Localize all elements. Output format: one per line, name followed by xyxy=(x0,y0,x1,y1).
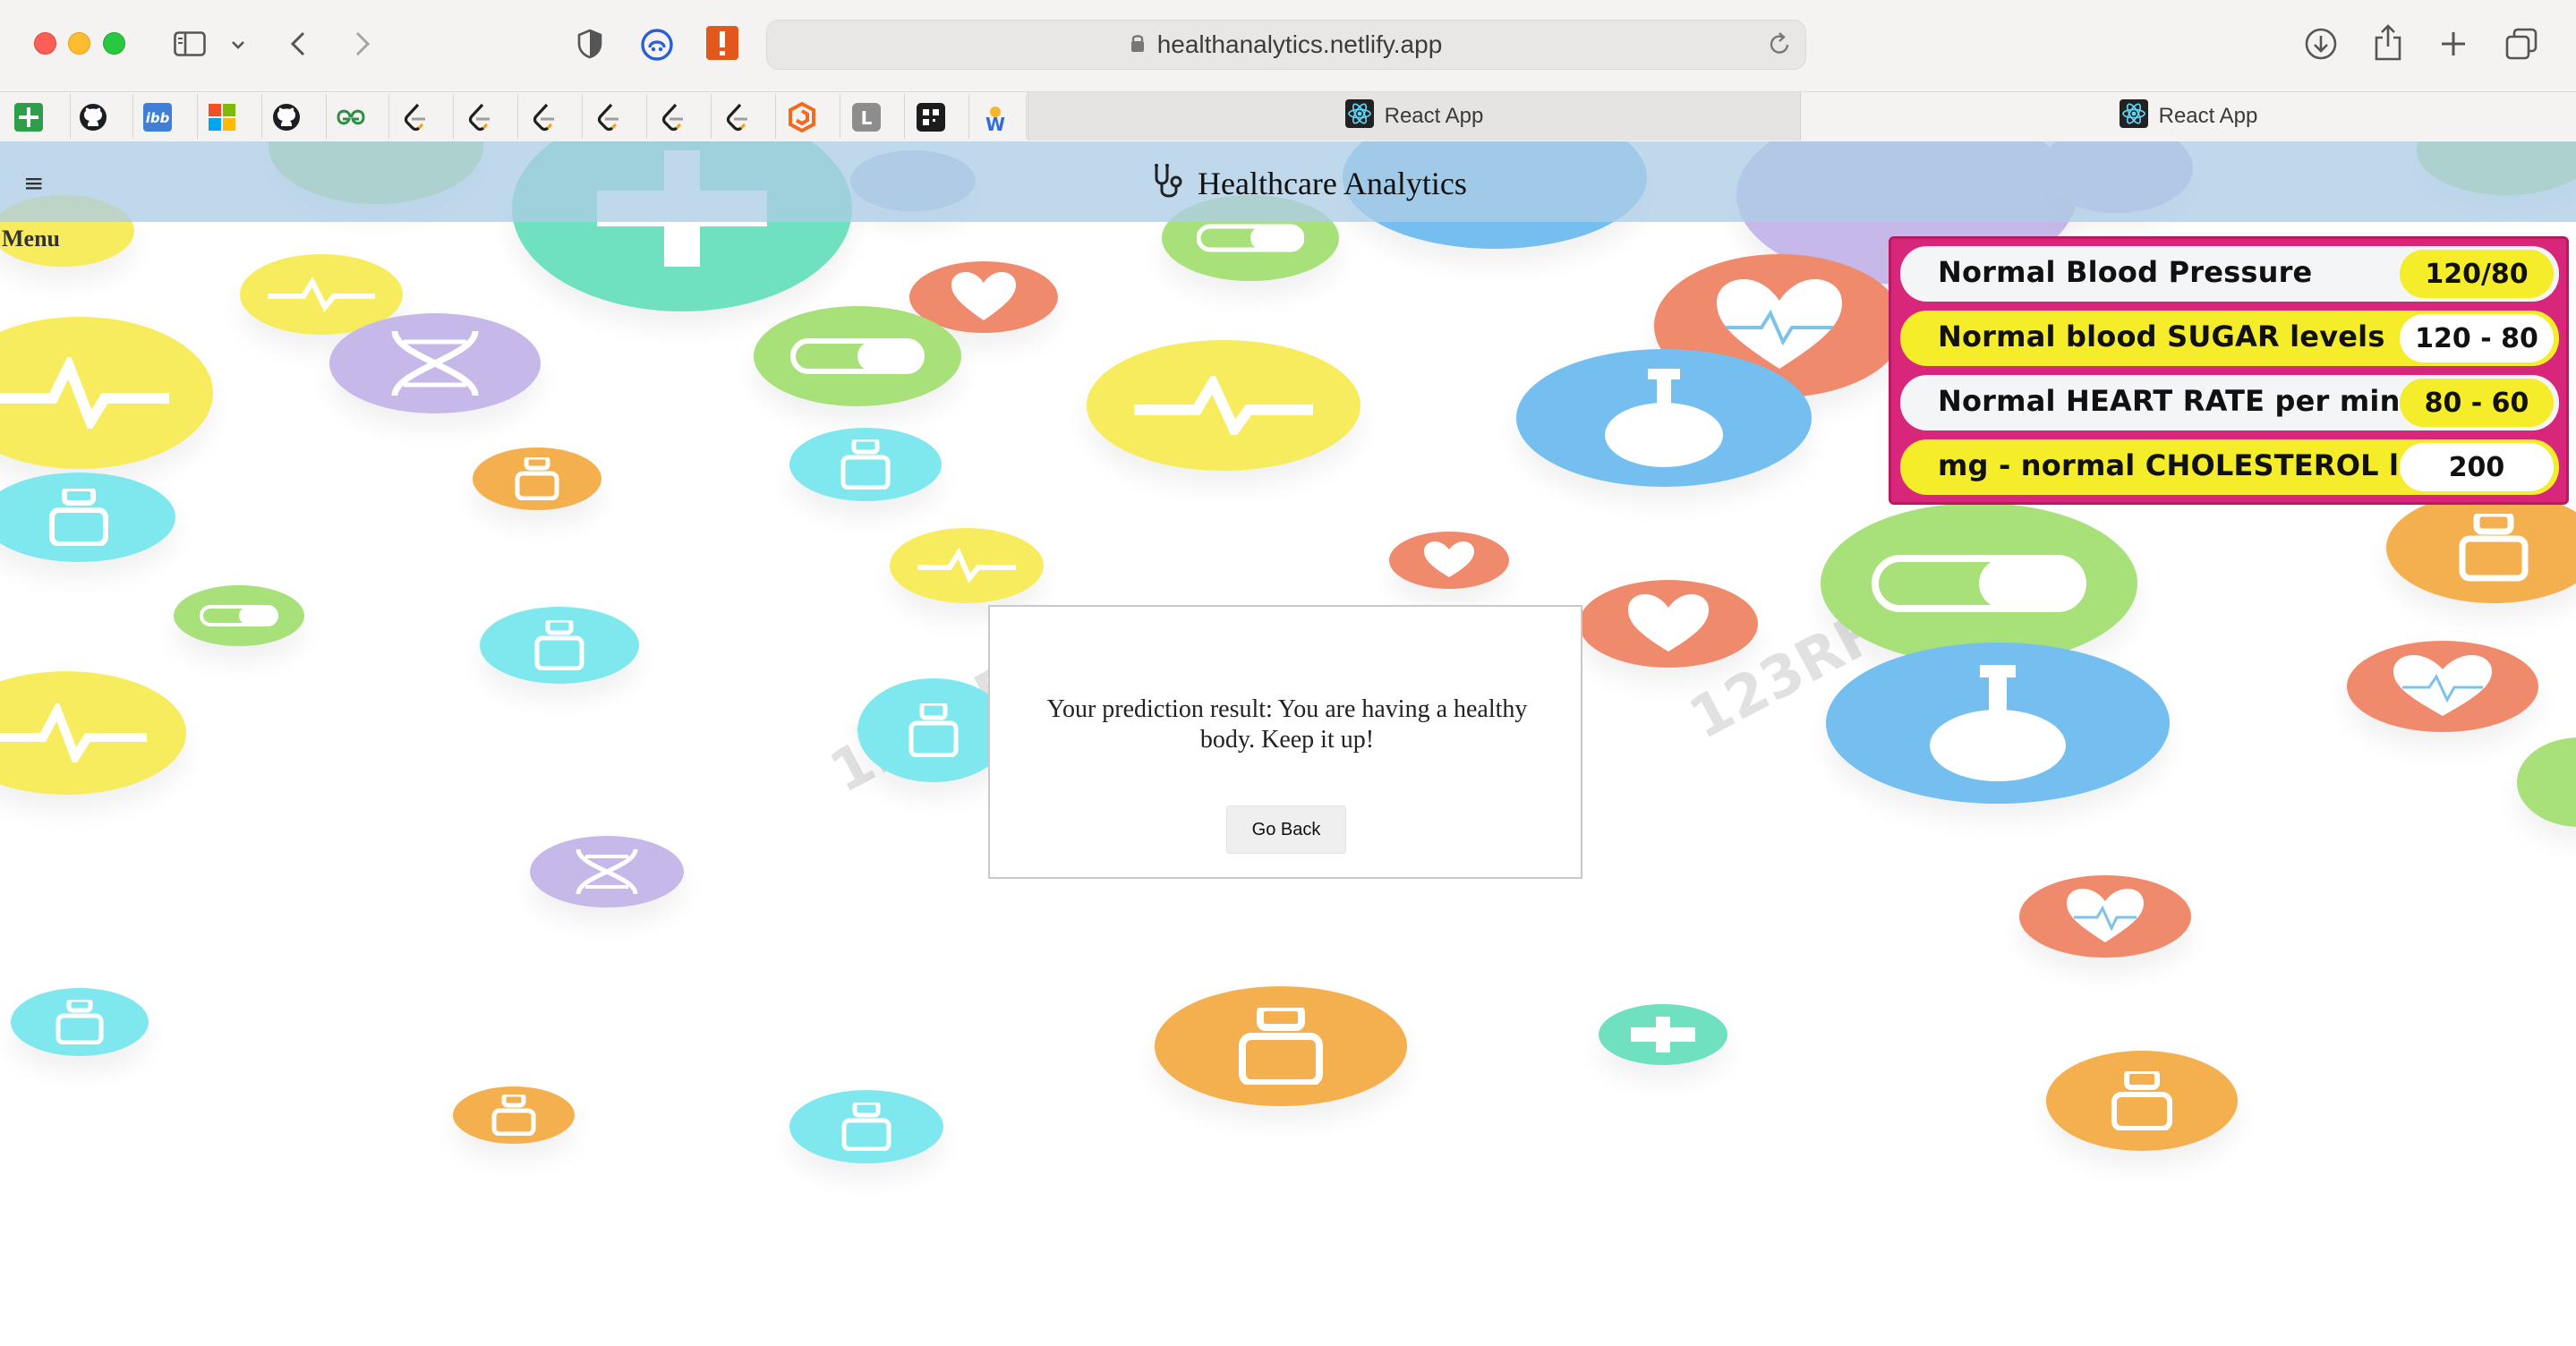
bookmark-leetcode-icon[interactable] xyxy=(655,99,691,135)
info-value: 80 - 60 xyxy=(2400,379,2554,427)
browser-chrome: healthanalytics.netlify.app ibb L W Reac… xyxy=(0,0,2576,141)
info-value: 120/80 xyxy=(2400,250,2554,298)
plus-bubble-icon xyxy=(1599,1004,1727,1065)
svg-text:ibb: ibb xyxy=(146,110,170,126)
nurse-bubble-icon xyxy=(480,607,639,684)
svg-text:W: W xyxy=(985,114,1005,132)
app-brand: Healthcare Analytics xyxy=(1149,161,1467,206)
heart-bubble-icon xyxy=(1389,532,1509,589)
svg-text:L: L xyxy=(861,107,873,129)
go-back-button[interactable]: Go Back xyxy=(1226,805,1346,854)
back-arrow-icon[interactable] xyxy=(285,27,311,61)
nurse-bubble-icon xyxy=(0,473,175,562)
sidebar-toggle-icon[interactable] xyxy=(172,29,208,59)
alert-extension-icon[interactable] xyxy=(705,25,739,61)
bookmark-orange-hexagon-icon[interactable] xyxy=(784,99,820,135)
info-value: 120 - 80 xyxy=(2400,314,2554,362)
nurse-bubble-icon xyxy=(857,678,1010,782)
info-row-heart-rate: Normal HEART RATE per minute 80 - 60 xyxy=(1900,375,2559,430)
pill-bubble-icon xyxy=(174,585,304,646)
reload-icon[interactable] xyxy=(1768,31,1791,61)
heart-bubble-icon xyxy=(2019,875,2191,958)
pulse-bubble-icon xyxy=(890,528,1044,603)
react-logo-icon xyxy=(2119,98,2148,134)
heart-bubble-icon xyxy=(2347,641,2538,732)
bookmark-letter-w-icon[interactable]: W xyxy=(977,99,1013,135)
tab-overview-icon[interactable] xyxy=(2503,25,2540,63)
nurse-bubble-icon xyxy=(1155,986,1407,1106)
dna-bubble-icon xyxy=(530,836,684,907)
nurse-bubble-icon xyxy=(11,988,149,1056)
forward-arrow-icon[interactable] xyxy=(349,27,376,61)
stethoscope-icon xyxy=(1149,162,1189,206)
bookmark-microsoft-icon[interactable] xyxy=(204,99,240,135)
nurse-bubble-icon xyxy=(473,447,601,510)
info-row-blood-pressure: Normal Blood Pressure 120/80 xyxy=(1900,246,2559,302)
info-value: 200 xyxy=(2400,443,2554,491)
maximize-window-button[interactable] xyxy=(103,32,125,55)
tab-react-app[interactable]: React App xyxy=(1801,92,2576,141)
info-label: Normal Blood Pressure xyxy=(1938,255,2313,289)
info-label: Normal HEART RATE per minute xyxy=(1938,384,2454,418)
lock-icon xyxy=(1130,33,1145,57)
pill-bubble-icon xyxy=(754,306,961,406)
bookmark-leetcode-icon[interactable] xyxy=(591,99,627,135)
pulse-bubble-icon xyxy=(0,317,213,469)
bookmark-leetcode-icon[interactable] xyxy=(720,99,755,135)
prediction-result-message: Your prediction result: You are having a… xyxy=(1046,695,1528,754)
flask-bubble-icon xyxy=(1826,643,2170,804)
info-label: mg - normal CHOLESTEROL level xyxy=(1938,448,2468,482)
page-title: Healthcare Analytics xyxy=(1198,166,1467,201)
menu-label[interactable]: Menu xyxy=(2,226,60,252)
menu-button[interactable]: ≡ Menu xyxy=(0,168,72,251)
bookmark-geeksforgeeks-icon[interactable] xyxy=(333,99,369,135)
new-tab-plus-icon[interactable] xyxy=(2436,27,2470,61)
url-text: healthanalytics.netlify.app xyxy=(1156,30,1443,58)
nurse-bubble-icon xyxy=(2386,492,2576,603)
bookmark-green-plus-icon[interactable] xyxy=(11,99,47,135)
info-row-cholesterol: mg - normal CHOLESTEROL level 200 xyxy=(1900,439,2559,495)
bookmark-github-icon[interactable] xyxy=(269,99,304,135)
extension-blue-icon[interactable] xyxy=(639,27,675,63)
react-logo-icon xyxy=(1344,98,1374,134)
prediction-result-card: Your prediction result: You are having a… xyxy=(988,605,1582,879)
nurse-bubble-icon xyxy=(789,1090,943,1163)
tab-title: React App xyxy=(1384,104,1484,128)
pulse-bubble-icon xyxy=(1087,340,1361,471)
nurse-bubble-icon xyxy=(453,1086,575,1144)
tab-react-app-active[interactable]: React App xyxy=(1028,92,1801,141)
bookmark-leetcode-icon[interactable] xyxy=(397,99,433,135)
bookmark-ibb-icon[interactable]: ibb xyxy=(140,99,175,135)
pill-bubble-icon xyxy=(1821,503,2137,664)
bookmark-github-icon[interactable] xyxy=(75,99,111,135)
bookmark-dark-square-icon[interactable] xyxy=(913,99,949,135)
bookmark-leetcode-icon[interactable] xyxy=(462,99,498,135)
nurse-bubble-icon xyxy=(2046,1051,2238,1151)
normal-values-board: Normal Blood Pressure 120/80 Normal bloo… xyxy=(1889,236,2569,505)
hamburger-menu-icon[interactable]: ≡ xyxy=(23,168,44,198)
pulse-bubble-icon xyxy=(0,671,186,795)
downloads-icon[interactable] xyxy=(2302,25,2340,63)
title-bar: healthanalytics.netlify.app xyxy=(0,0,2576,91)
address-bar[interactable]: healthanalytics.netlify.app xyxy=(766,20,1806,70)
privacy-shield-icon[interactable] xyxy=(575,27,605,61)
minimize-window-button[interactable] xyxy=(68,32,90,55)
page-viewport: 123RF 123RF xyxy=(0,141,2576,1346)
bookmark-leetcode-icon[interactable] xyxy=(526,99,562,135)
dna-bubble-icon xyxy=(329,313,541,413)
nurse-bubble-icon xyxy=(789,428,942,501)
flask-bubble-icon xyxy=(1516,349,1812,487)
chevron-down-icon[interactable] xyxy=(227,34,249,55)
pill-bubble-icon xyxy=(2517,737,2576,827)
tab-title: React App xyxy=(2158,104,2258,128)
info-row-blood-sugar: Normal blood SUGAR levels 120 - 80 xyxy=(1900,311,2559,366)
share-icon[interactable] xyxy=(2370,21,2406,63)
heart-bubble-icon xyxy=(1579,580,1758,668)
close-window-button[interactable] xyxy=(34,32,56,55)
bookmark-letter-l-icon[interactable]: L xyxy=(849,99,884,135)
info-label: Normal blood SUGAR levels xyxy=(1938,319,2385,354)
